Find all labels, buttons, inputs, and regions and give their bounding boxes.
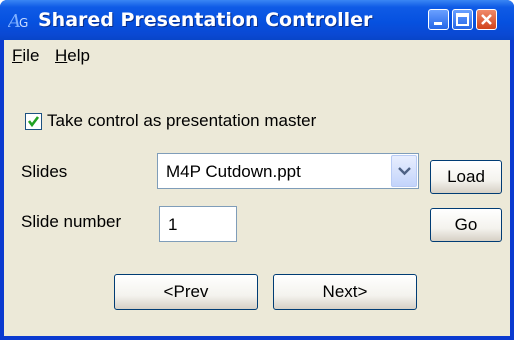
slide-number-input[interactable]: 1 [159, 206, 237, 242]
master-checkbox-label[interactable]: Take control as presentation master [47, 111, 316, 131]
menu-file-label: ile [22, 46, 40, 65]
minimize-icon[interactable] [428, 9, 449, 30]
chevron-down-icon[interactable] [391, 155, 417, 187]
window-title: Shared Presentation Controller [38, 9, 373, 31]
slides-select-value: M4P Cutdown.ppt [166, 162, 301, 181]
slide-number-value: 1 [168, 215, 178, 234]
menu-bar: File Help [4, 40, 510, 74]
title-bar[interactable]: A G Shared Presentation Controller [0, 0, 514, 40]
prev-button[interactable]: <Prev [114, 274, 258, 310]
maximize-icon[interactable] [452, 9, 473, 30]
go-button-label: Go [454, 215, 478, 234]
load-button[interactable]: Load [430, 160, 502, 194]
master-checkbox[interactable] [25, 113, 42, 130]
svg-text:G: G [19, 16, 28, 30]
menu-file-mnemonic: F [12, 46, 23, 65]
ag-logo-icon: A G [8, 11, 28, 32]
slide-number-label: Slide number [21, 212, 122, 231]
menu-help-mnemonic: H [55, 46, 68, 65]
next-button-label: Next> [322, 282, 368, 301]
go-button[interactable]: Go [430, 208, 502, 242]
checkmark-icon [27, 116, 40, 128]
next-button[interactable]: Next> [273, 274, 417, 310]
client-area: File Help Take control as presentation m… [4, 40, 510, 336]
close-icon[interactable] [476, 9, 497, 30]
menu-file[interactable]: File [12, 46, 39, 66]
slides-select[interactable]: M4P Cutdown.ppt [157, 153, 419, 189]
load-button-label: Load [447, 167, 485, 186]
menu-help[interactable]: Help [55, 46, 90, 66]
app-window: A G Shared Presentation Controller File … [0, 0, 514, 340]
slides-label: Slides [21, 162, 68, 181]
prev-button-label: <Prev [163, 282, 209, 301]
menu-help-label: elp [67, 46, 90, 65]
